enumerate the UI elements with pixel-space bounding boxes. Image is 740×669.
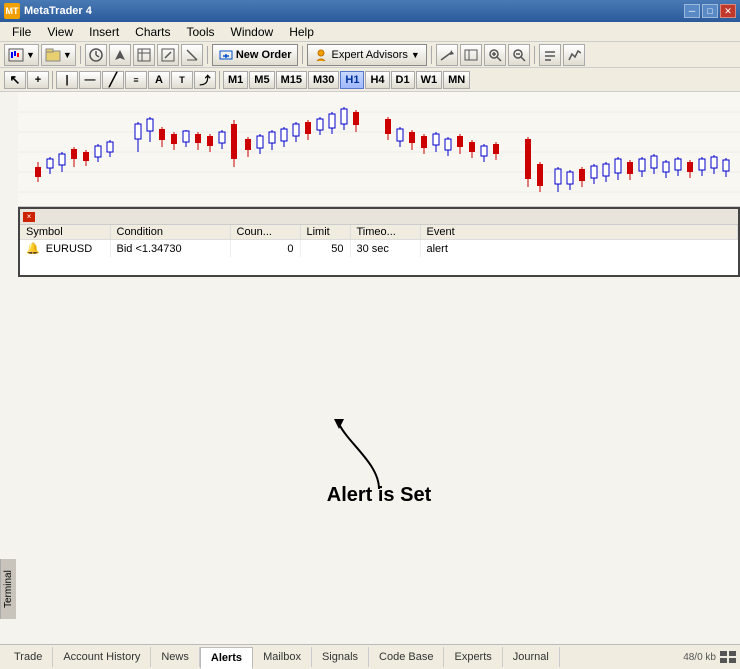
expert-advisors-label: Expert Advisors xyxy=(331,49,407,61)
title-bar-left: MT MetaTrader 4 xyxy=(4,3,92,19)
tab-trade[interactable]: Trade xyxy=(4,647,53,667)
open-btn[interactable]: ▼ xyxy=(41,44,76,66)
menu-insert[interactable]: Insert xyxy=(81,23,127,41)
separator-3 xyxy=(302,46,303,64)
menu-tools[interactable]: Tools xyxy=(179,23,223,41)
menu-bar: File View Insert Charts Tools Window Hel… xyxy=(0,22,740,42)
col-event: Event xyxy=(420,225,738,240)
separator-2 xyxy=(207,46,208,64)
indicators-btn[interactable] xyxy=(563,44,585,66)
annotation-container: Alert is Set xyxy=(319,414,439,507)
terminal-side-tab[interactable]: Terminal xyxy=(0,559,16,619)
col-limit: Limit xyxy=(300,225,350,240)
autoscroll-btn[interactable] xyxy=(460,44,482,66)
bell-icon: 🔔 xyxy=(26,243,40,255)
toolbar-btn-3[interactable] xyxy=(85,44,107,66)
tab-journal[interactable]: Journal xyxy=(503,647,560,667)
col-condition: Condition xyxy=(110,225,230,240)
tf-m1[interactable]: M1 xyxy=(223,71,248,89)
hline-tool[interactable]: — xyxy=(79,71,101,89)
menu-file[interactable]: File xyxy=(4,23,39,41)
separator-1 xyxy=(80,46,81,64)
maximize-button[interactable]: □ xyxy=(702,4,718,18)
menu-window[interactable]: Window xyxy=(223,23,282,41)
line-tool[interactable]: | xyxy=(56,71,78,89)
toolbar-btn-6[interactable] xyxy=(157,44,179,66)
tab-alerts[interactable]: Alerts xyxy=(200,647,253,669)
col-count: Coun... xyxy=(230,225,300,240)
zoom-in-btn[interactable] xyxy=(484,44,506,66)
separator-4 xyxy=(431,46,432,64)
app-title: MetaTrader 4 xyxy=(24,5,92,17)
main-toolbar: ▼ ▼ New Order Expert Advisors ▼ xyxy=(0,42,740,68)
separator-6 xyxy=(52,71,53,89)
status-bar: 48/0 kb xyxy=(683,651,736,663)
separator-5 xyxy=(534,46,535,64)
tab-news[interactable]: News xyxy=(151,647,200,667)
col-symbol: Symbol xyxy=(20,225,110,240)
menu-help[interactable]: Help xyxy=(281,23,322,41)
toolbar-btn-5[interactable] xyxy=(133,44,155,66)
title-bar: MT MetaTrader 4 ─ □ ✕ xyxy=(0,0,740,22)
menu-view[interactable]: View xyxy=(39,23,81,41)
app-icon: MT xyxy=(4,3,20,19)
new-order-button[interactable]: New Order xyxy=(212,44,299,66)
tf-d1[interactable]: D1 xyxy=(391,71,415,89)
chart-svg xyxy=(18,92,740,207)
status-info: 48/0 kb xyxy=(683,652,716,663)
arrow-tool[interactable]: ⤴ xyxy=(194,71,216,89)
alert-limit: 50 xyxy=(300,240,350,258)
col-timeout: Timeo... xyxy=(350,225,420,240)
alert-count: 0 xyxy=(230,240,300,258)
zoom-out-btn[interactable] xyxy=(508,44,530,66)
alerts-panel: × Symbol Condition Coun... Limit Timeo..… xyxy=(18,207,740,277)
trendline-tool[interactable]: ╱ xyxy=(102,71,124,89)
toolbar-btn-4[interactable] xyxy=(109,44,131,66)
tf-w1[interactable]: W1 xyxy=(416,71,443,89)
alert-row-1[interactable]: 🔔 EURUSD Bid <1.34730 0 50 30 sec alert xyxy=(20,240,738,258)
lower-content: Alert is Set xyxy=(18,277,740,644)
menu-charts[interactable]: Charts xyxy=(127,23,178,41)
new-order-label: New Order xyxy=(236,49,292,61)
channel-tool[interactable]: ≡ xyxy=(125,71,147,89)
cursor-tool[interactable]: ↖ xyxy=(4,71,26,89)
separator-7 xyxy=(219,71,220,89)
minimize-button[interactable]: ─ xyxy=(684,4,700,18)
close-button[interactable]: ✕ xyxy=(720,4,736,18)
alerts-table: Symbol Condition Coun... Limit Timeo... … xyxy=(20,225,738,257)
crosshair-tool[interactable]: + xyxy=(27,71,49,89)
toolbar-btn-7[interactable] xyxy=(181,44,203,66)
terminal-label: Terminal xyxy=(3,570,14,608)
expert-advisors-button[interactable]: Expert Advisors ▼ xyxy=(307,44,426,66)
alert-timeout: 30 sec xyxy=(350,240,420,258)
tab-experts[interactable]: Experts xyxy=(444,647,502,667)
alert-symbol: 🔔 EURUSD xyxy=(20,240,110,258)
alerts-close-btn[interactable]: × xyxy=(23,212,35,222)
tab-codebase[interactable]: Code Base xyxy=(369,647,444,667)
annotation-arrow xyxy=(319,414,439,494)
properties-btn[interactable] xyxy=(539,44,561,66)
tab-account-history[interactable]: Account History xyxy=(53,647,151,667)
chart-shift-btn[interactable] xyxy=(436,44,458,66)
alert-condition: Bid <1.34730 xyxy=(110,240,230,258)
alert-event: alert xyxy=(420,240,738,258)
tf-m30[interactable]: M30 xyxy=(308,71,339,89)
annotation-text: Alert is Set xyxy=(327,484,431,507)
bottom-tab-bar: Trade Account History News Alerts Mailbo… xyxy=(0,644,740,669)
new-chart-btn[interactable]: ▼ xyxy=(4,44,39,66)
tf-h1[interactable]: H1 xyxy=(340,71,364,89)
chart-area xyxy=(18,92,740,207)
tab-signals[interactable]: Signals xyxy=(312,647,369,667)
tf-m15[interactable]: M15 xyxy=(276,71,307,89)
tools-toolbar: ↖ + | — ╱ ≡ A T ⤴ M1 M5 M15 M30 H1 H4 D1… xyxy=(0,68,740,92)
status-icon xyxy=(720,651,736,663)
tf-h4[interactable]: H4 xyxy=(365,71,389,89)
title-bar-controls[interactable]: ─ □ ✕ xyxy=(684,4,736,18)
tab-mailbox[interactable]: Mailbox xyxy=(253,647,312,667)
label-tool[interactable]: T xyxy=(171,71,193,89)
tf-mn[interactable]: MN xyxy=(443,71,470,89)
text-tool[interactable]: A xyxy=(148,71,170,89)
tf-m5[interactable]: M5 xyxy=(249,71,274,89)
